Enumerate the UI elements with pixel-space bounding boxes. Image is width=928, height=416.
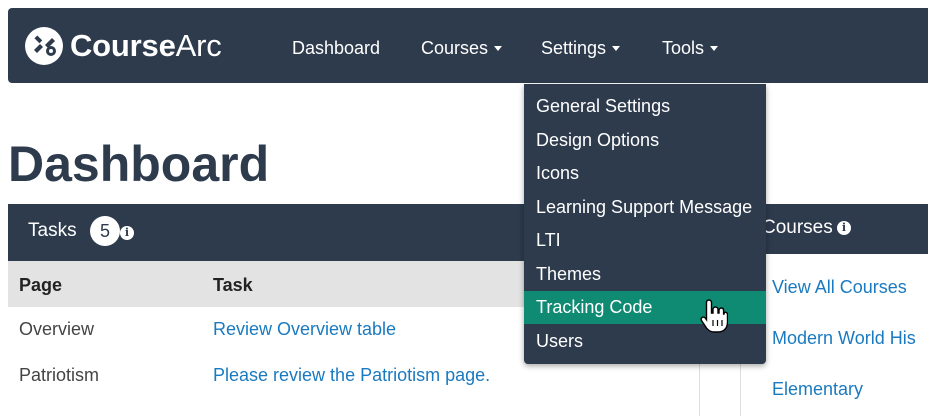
row-page-cell: Overview bbox=[19, 319, 95, 339]
top-navbar: CourseArc Dashboard Courses Settings Too… bbox=[8, 8, 928, 83]
chevron-down-icon bbox=[710, 46, 719, 51]
nav-dashboard[interactable]: Dashboard bbox=[292, 38, 380, 59]
menu-item-icons[interactable]: Icons bbox=[524, 157, 766, 190]
nav-courses[interactable]: Courses bbox=[421, 38, 503, 59]
menu-item-design-options[interactable]: Design Options bbox=[524, 124, 766, 157]
info-icon[interactable]: i bbox=[120, 226, 134, 240]
chevron-down-icon bbox=[494, 46, 503, 51]
courses-header: Courses i bbox=[740, 204, 928, 254]
tasks-title: Tasks bbox=[28, 220, 77, 241]
column-header-task: Task bbox=[213, 275, 253, 295]
menu-item-themes[interactable]: Themes bbox=[524, 258, 766, 291]
brand-name: CourseArc bbox=[70, 28, 222, 63]
menu-item-general-settings[interactable]: General Settings bbox=[524, 90, 766, 123]
brand-logo[interactable]: CourseArc bbox=[24, 26, 222, 66]
column-header-page: Page bbox=[19, 275, 63, 295]
course-link-view-all[interactable]: View All Courses bbox=[772, 277, 907, 298]
chevron-down-icon bbox=[612, 46, 621, 51]
row-task-link[interactable]: Please review the Patriotism page. bbox=[213, 365, 490, 386]
row-page-cell: Patriotism bbox=[19, 365, 100, 385]
course-link[interactable]: Modern World His bbox=[772, 328, 916, 349]
row-task-link[interactable]: Review Overview table bbox=[213, 319, 396, 340]
task-count-badge: 5 bbox=[90, 216, 120, 246]
course-link[interactable]: Elementary bbox=[772, 379, 863, 400]
info-icon[interactable]: i bbox=[837, 221, 851, 235]
menu-item-lti[interactable]: LTI bbox=[524, 224, 766, 257]
settings-dropdown-menu: General Settings Design Options Icons Le… bbox=[524, 84, 766, 364]
page-title: Dashboard bbox=[8, 136, 270, 192]
nav-settings[interactable]: Settings bbox=[541, 38, 621, 59]
menu-item-learning-support-message[interactable]: Learning Support Message bbox=[524, 191, 766, 224]
nav-tools[interactable]: Tools bbox=[662, 38, 719, 59]
coursearc-logo-icon bbox=[25, 27, 63, 65]
courses-panel: Courses i View All Courses Modern World … bbox=[740, 204, 928, 416]
menu-item-tracking-code[interactable]: Tracking Code bbox=[524, 291, 766, 324]
menu-item-users[interactable]: Users bbox=[524, 325, 766, 358]
hand-pointer-cursor-icon bbox=[700, 299, 728, 333]
courses-title: Courses bbox=[762, 217, 833, 238]
